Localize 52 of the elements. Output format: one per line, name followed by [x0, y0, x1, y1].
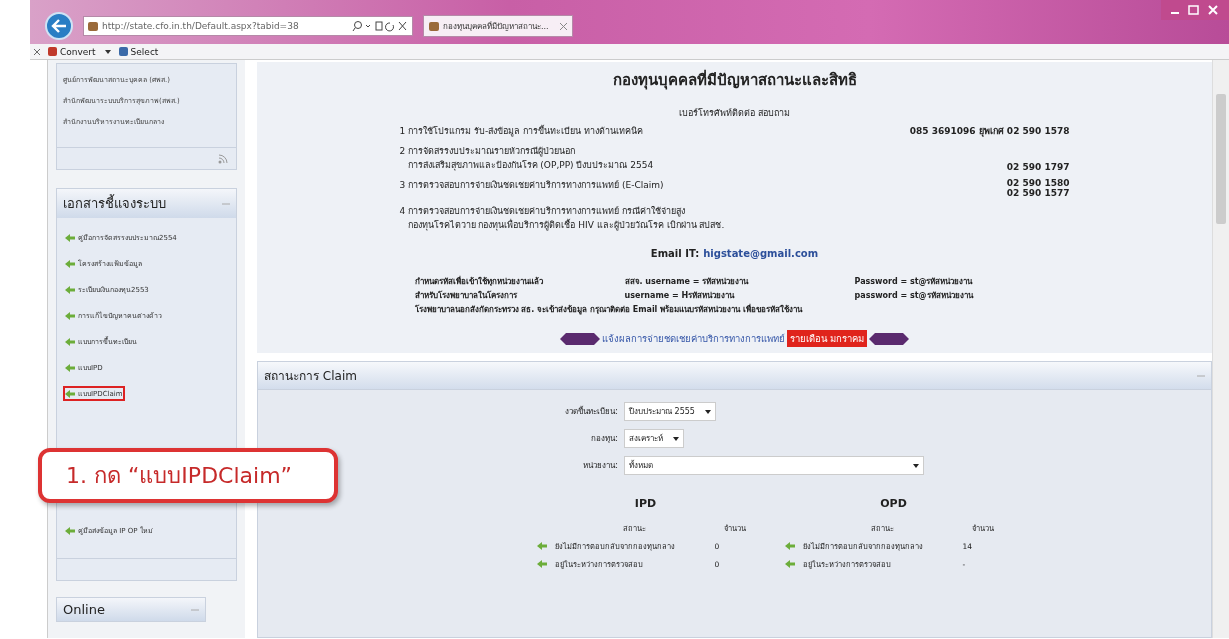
- back-button[interactable]: [45, 12, 73, 40]
- page-icon: [429, 21, 439, 31]
- contact-topic: 3 การตรวจสอบการจ่ายเงินชดเชยค่าบริการทางการแพทย์ (E-Claim): [399, 179, 665, 192]
- caret-icon: [673, 436, 679, 441]
- panel-title: Online: [63, 602, 105, 617]
- login-note: username = Hรหัสหน่วยงาน: [624, 290, 736, 302]
- contact-heading: เบอร์โทรศัพท์ติดต่อ สอบถาม: [679, 107, 790, 120]
- phone-number: 02 590 1797: [1005, 162, 1070, 172]
- column-title: IPD: [634, 497, 657, 510]
- dropdown[interactable]: สงเคราะห์: [624, 429, 684, 448]
- login-note: password = st@รหัสหน่วยงาน: [854, 290, 975, 302]
- convert-button[interactable]: Convert: [48, 46, 111, 57]
- login-note: สสจ. username = รหัสหน่วยงาน: [624, 276, 750, 288]
- scrollbar[interactable]: [1212, 60, 1229, 638]
- login-note: กำหนดรหัสเพื่อเข้าใช้ทุกหน่วยงานแล้ว: [414, 275, 544, 288]
- browser-tab[interactable]: กองทุนบุคคลที่มีปัญหาสถานะ...: [423, 15, 573, 37]
- panel-title: เอกสารชี้แจงระบบ: [63, 193, 166, 213]
- filter-label: กองทุน:: [590, 433, 618, 445]
- close-icon[interactable]: [34, 48, 40, 55]
- caret-icon[interactable]: [104, 49, 111, 54]
- callout: 1. กด “แบบIPDClaim”: [38, 448, 338, 503]
- dropdown[interactable]: ปีงบประมาณ 2555: [624, 402, 716, 421]
- close-icon[interactable]: [560, 22, 567, 30]
- address-bar-buttons-icon[interactable]: [352, 20, 408, 32]
- login-note: สำหรับโรงพยาบาลในโครงการ: [414, 289, 518, 302]
- month-label: รายเดือน มกราคม: [787, 330, 867, 347]
- column-title: OPD: [880, 497, 907, 510]
- contact-topic: 1 การใช้โปรแกรม รับ-ส่งข้อมูล การขึ้นทะเบียน ทางด้านเทคนิค: [399, 124, 644, 138]
- phone-number: 02 590 1577: [1005, 188, 1070, 198]
- contact-topic: 2 การจัดสรรงบประมาณรายหัวกรณีผู้ป่วยนอก: [399, 145, 577, 158]
- page-icon: [88, 21, 98, 31]
- url-text: http://state.cfo.in.th/Default.aspx?tabid=38: [102, 21, 300, 31]
- page-title: กองทุนบุคคลที่มีปัญหาสถานะและสิทธิ: [612, 68, 857, 92]
- rss-icon[interactable]: [218, 153, 228, 164]
- caret-icon: [913, 463, 919, 468]
- select-button[interactable]: Select: [118, 46, 159, 57]
- phone-number: 085 3691096 ยุพเกศ 02 590 1578: [908, 125, 1070, 138]
- email-link[interactable]: higstate@gmail.com: [703, 248, 819, 259]
- phone-number: 02 590 1580: [1005, 178, 1070, 188]
- dropdown[interactable]: ทั้งหมด: [624, 456, 924, 475]
- filter-label: งวดขึ้นทะเบียน:: [564, 405, 618, 418]
- filter-label: หน่วยงาน:: [582, 460, 618, 472]
- contact-topic: การส่งเสริมสุขภาพและป้องกันโรค (OP,PP) ปีงบประมาณ 2554: [406, 159, 655, 172]
- caret-icon: [704, 409, 711, 414]
- email-label: Email IT:: [650, 248, 700, 259]
- contact-topic: กองทุนโรคไตวาย กองทุนเพื่อบริการผู้ติดเชื้อ HIV และผู้ป่วยวัณโรค เบิกผ่าน สปสช.: [406, 218, 726, 232]
- contact-topic: 4 การตรวจสอบการจ่ายเงินชดเชยค่าบริการทางการแพทย์ กรณีค่าใช้จ่ายสูง: [399, 205, 686, 218]
- login-note: Password = st@รหัสหน่วยงาน: [854, 276, 974, 288]
- address-bar[interactable]: http://state.cfo.in.th/Default.aspx?tabid=38: [83, 16, 413, 36]
- payment-link[interactable]: แจ้งผลการจ่ายชดเชยค่าบริการทางการแพทย์: [602, 331, 785, 346]
- login-note: โรงพยาบาลนอกสังกัดกระทรวง สธ. จะเข้าส่งข้อมูล กรุณาติดต่อ Email พร้อมแนบรหัสหน่วยงาน เพื่อขอรหัสใช้งาน: [414, 305, 802, 314]
- section-title: สถานะการ Claim: [264, 368, 357, 385]
